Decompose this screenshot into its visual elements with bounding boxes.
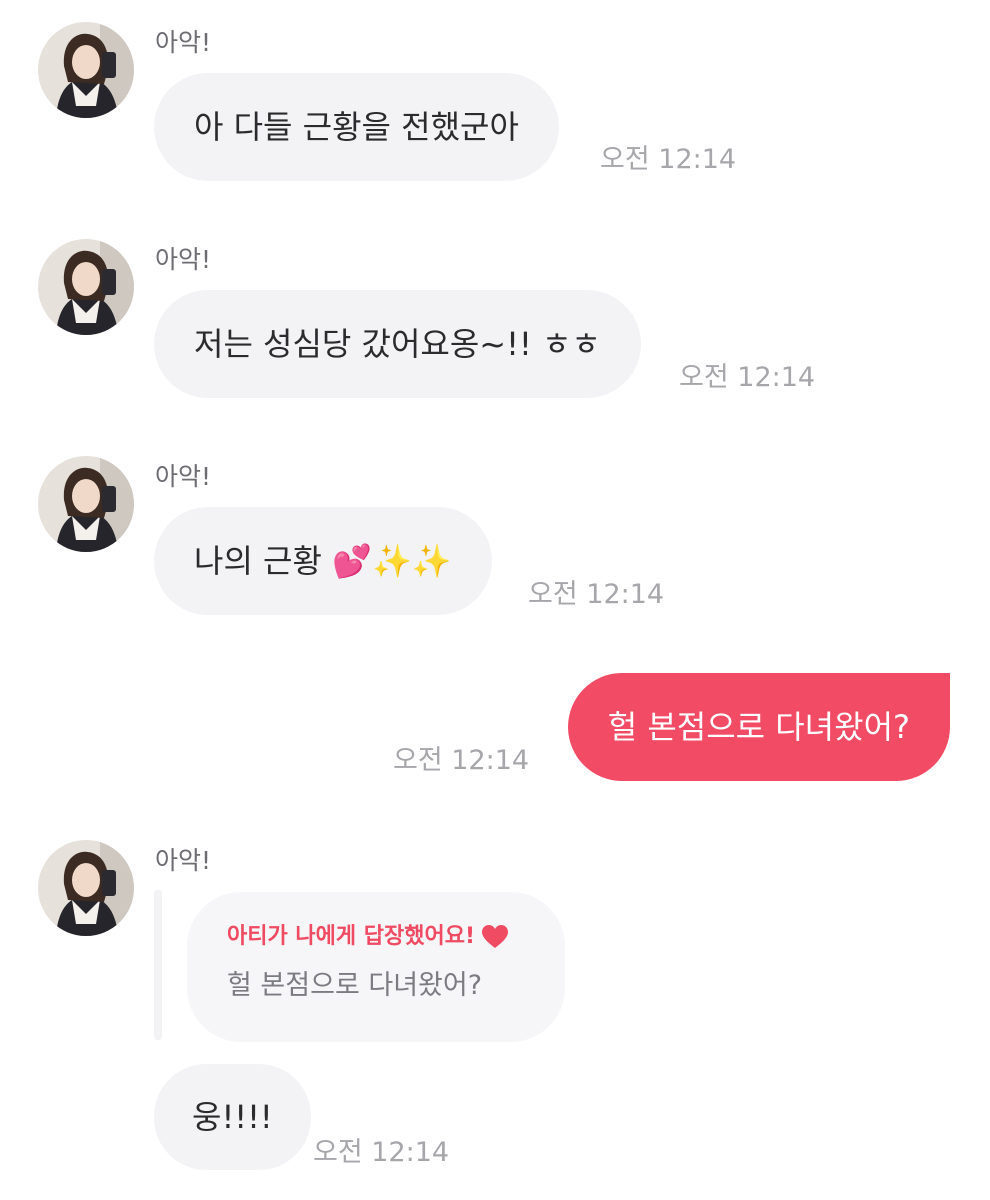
sender-name: 아악!	[155, 846, 212, 875]
avatar[interactable]	[38, 840, 134, 936]
avatar[interactable]	[38, 456, 134, 552]
sender-name: 아악!	[155, 245, 212, 274]
sender-name: 아악!	[155, 462, 212, 491]
heart-icon	[482, 925, 508, 948]
message-timestamp: 오전 12:14	[600, 144, 737, 175]
outgoing-message-bubble[interactable]: 헐 본점으로 다녀왔어?	[567, 673, 950, 781]
message-bubble[interactable]: 저는 성심당 갔어요옹~!! ㅎㅎ	[154, 290, 641, 398]
chat-thread: 아악! 아 다들 근황을 전했군아 오전 12:14 아악! 저는 성심당 갔어…	[0, 0, 990, 1200]
avatar-image	[38, 239, 134, 335]
message-timestamp: 오전 12:14	[528, 579, 665, 610]
avatar[interactable]	[38, 239, 134, 335]
sender-name: 아악!	[155, 28, 212, 57]
message-timestamp: 오전 12:14	[679, 362, 816, 393]
reply-quote-card[interactable]: 아티가 나에게 답장했어요! 헐 본점으로 다녀왔어?	[187, 892, 565, 1042]
reply-header: 아티가 나에게 답장했어요!	[227, 922, 525, 952]
message-bubble[interactable]: 아 다들 근황을 전했군아	[154, 73, 559, 181]
avatar-image	[38, 22, 134, 118]
avatar[interactable]	[38, 22, 134, 118]
message-timestamp: 오전 12:14	[313, 1137, 450, 1168]
message-bubble[interactable]: 웅!!!!	[154, 1064, 311, 1170]
avatar-image	[38, 840, 134, 936]
message-timestamp: 오전 12:14	[393, 745, 530, 776]
reply-indicator-line	[154, 890, 162, 1040]
reply-label: 아티가 나에게 답장했어요!	[227, 924, 475, 949]
message-bubble[interactable]: 나의 근황 💕✨✨	[154, 507, 492, 615]
quoted-message-text: 헐 본점으로 다녀왔어?	[227, 970, 483, 1001]
avatar-image	[38, 456, 134, 552]
